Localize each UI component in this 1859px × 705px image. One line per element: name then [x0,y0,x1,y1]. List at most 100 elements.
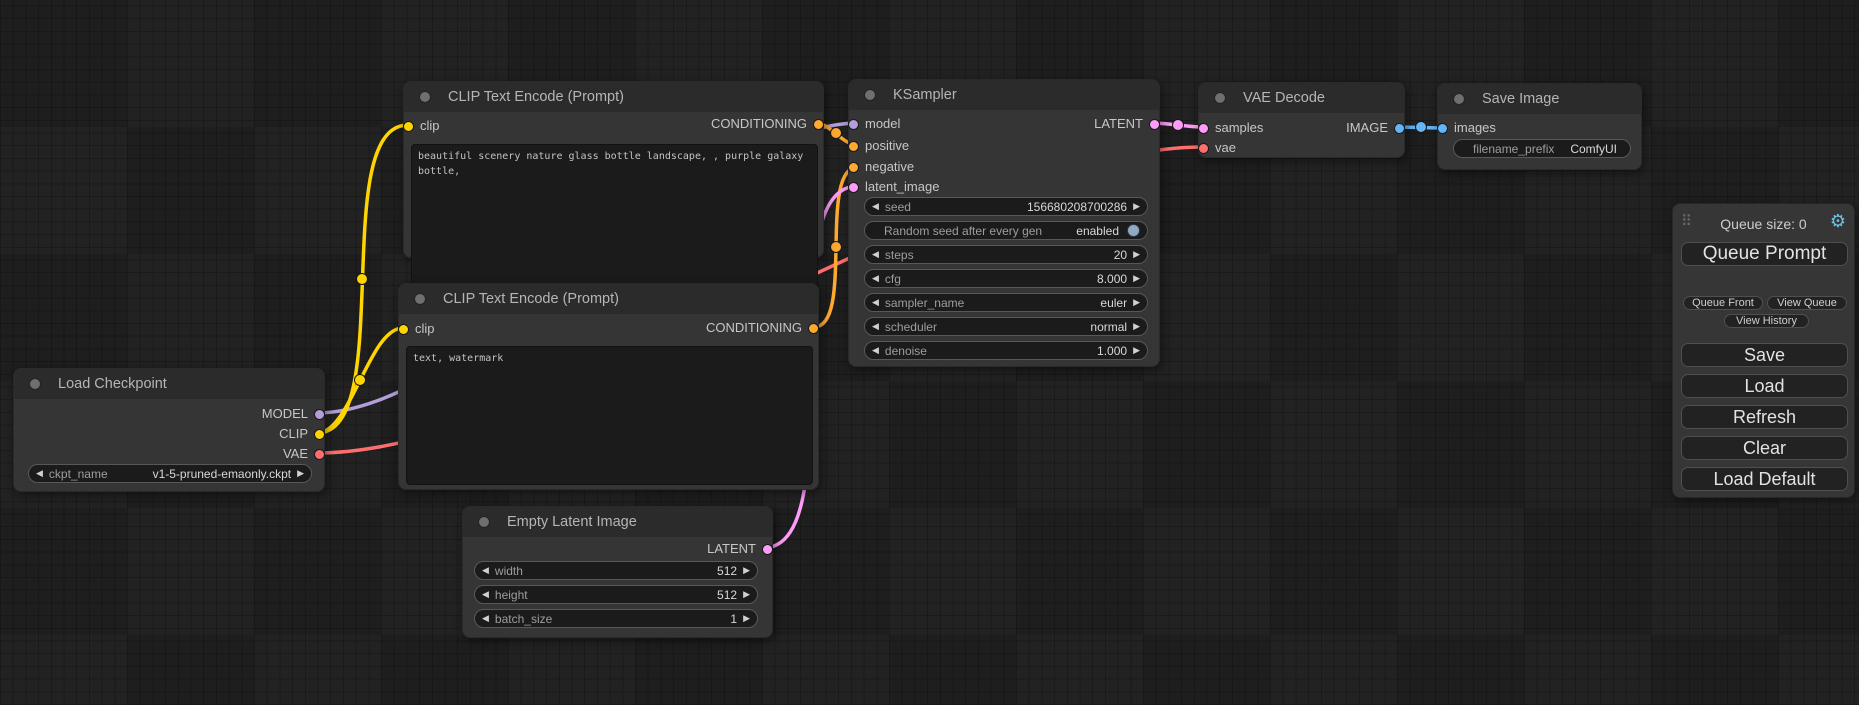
widget-denoise[interactable]: ◀ denoise 1.000 ▶ [864,341,1148,360]
node-collapse-dot[interactable] [864,89,876,101]
node-collapse-dot[interactable] [478,516,490,528]
load-button[interactable]: Load [1681,374,1848,398]
increment-icon[interactable]: ▶ [743,585,750,604]
view-history-button[interactable]: View History [1724,314,1809,328]
widget-random-seed-toggle[interactable]: Random seed after every gen enabled [864,221,1148,240]
widget-cfg[interactable]: ◀ cfg 8.000 ▶ [864,269,1148,288]
latent-port-dot[interactable] [1198,123,1209,134]
node-collapse-dot[interactable] [29,378,41,390]
vae-port-dot[interactable] [1198,143,1209,154]
widget-ckpt-name[interactable]: ◀ ckpt_name v1-5-pruned-emaonly.ckpt ▶ [28,464,312,483]
port-label: LATENT [1094,116,1143,131]
node-title-bar[interactable]: KSampler [849,80,1159,110]
input-port-vae: vae [1199,140,1236,156]
gear-icon[interactable]: ⚙ [1830,211,1846,232]
widget-label: Random seed after every gen [884,224,1064,238]
increment-icon[interactable]: ▶ [1133,269,1140,288]
toggle-knob[interactable] [1127,224,1140,237]
clip-port-dot[interactable] [398,324,409,335]
image-port-dot[interactable] [1437,123,1448,134]
widget-scheduler[interactable]: ◀ scheduler normal ▶ [864,317,1148,336]
refresh-button[interactable]: Refresh [1681,405,1848,429]
node-collapse-dot[interactable] [1453,93,1465,105]
node-title-bar[interactable]: VAE Decode [1199,83,1404,113]
port-label: positive [865,138,909,153]
node-collapse-dot[interactable] [414,293,426,305]
view-queue-button[interactable]: View Queue [1767,296,1847,310]
increment-icon[interactable]: ▶ [743,609,750,628]
queue-front-button[interactable]: Queue Front [1683,296,1763,310]
widget-batch-size[interactable]: ◀ batch_size 1 ▶ [474,609,758,628]
link-dot [831,242,842,253]
widget-filename-prefix[interactable]: filename_prefix ComfyUI [1453,139,1631,158]
node-save-image[interactable]: Save Image images filename_prefix ComfyU… [1437,83,1642,170]
vae-port-dot[interactable] [314,449,325,460]
widget-label: width [495,564,705,578]
decrement-icon[interactable]: ◀ [482,609,489,628]
widget-value: 20 [1114,248,1127,262]
latent-port-dot[interactable] [1149,119,1160,130]
port-label: clip [420,118,440,133]
decrement-icon[interactable]: ◀ [872,341,879,360]
node-load-checkpoint[interactable]: Load Checkpoint MODEL CLIP VAE ◀ ckpt_na… [13,368,325,492]
port-label: clip [415,321,435,336]
widget-steps[interactable]: ◀ steps 20 ▶ [864,245,1148,264]
increment-icon[interactable]: ▶ [1133,197,1140,216]
increment-icon[interactable]: ▶ [1133,317,1140,336]
decrement-icon[interactable]: ◀ [872,317,879,336]
decrement-icon[interactable]: ◀ [482,561,489,580]
increment-icon[interactable]: ▶ [1133,293,1140,312]
node-collapse-dot[interactable] [419,91,431,103]
clip-port-dot[interactable] [403,121,414,132]
clear-button[interactable]: Clear [1681,436,1848,460]
widget-seed[interactable]: ◀ seed 156680208700286 ▶ [864,197,1148,216]
decrement-icon[interactable]: ◀ [872,293,879,312]
node-collapse-dot[interactable] [1214,92,1226,104]
conditioning-port-dot[interactable] [848,141,859,152]
conditioning-port-dot[interactable] [813,119,824,130]
model-port-dot[interactable] [848,119,859,130]
decrement-icon[interactable]: ◀ [36,464,43,483]
clip-port-dot[interactable] [314,429,325,440]
queue-panel: ⠿ Queue size: 0 ⚙ Queue Prompt Extra opt… [1672,203,1855,498]
latent-port-dot[interactable] [762,544,773,555]
node-title-bar[interactable]: Empty Latent Image [463,507,772,537]
input-port-images: images [1438,120,1496,136]
node-ksampler[interactable]: KSampler model positive negative latent_… [848,79,1160,367]
prompt-textarea[interactable]: text, watermark [406,346,813,485]
port-label: LATENT [707,541,756,556]
conditioning-port-dot[interactable] [808,323,819,334]
decrement-icon[interactable]: ◀ [872,245,879,264]
node-title-bar[interactable]: CLIP Text Encode (Prompt) [399,284,818,314]
widget-width[interactable]: ◀ width 512 ▶ [474,561,758,580]
node-title-bar[interactable]: CLIP Text Encode (Prompt) [404,82,823,112]
node-clip-text-encode-negative[interactable]: CLIP Text Encode (Prompt) clip CONDITION… [398,283,819,490]
comfyui-canvas[interactable]: { "colors": { "model": "#b39ddb", "clip"… [0,0,1859,705]
output-port-model: MODEL [262,406,324,422]
increment-icon[interactable]: ▶ [1133,341,1140,360]
latent-port-dot[interactable] [848,182,859,193]
conditioning-port-dot[interactable] [848,162,859,173]
widget-sampler-name[interactable]: ◀ sampler_name euler ▶ [864,293,1148,312]
port-label: images [1454,120,1496,135]
node-empty-latent-image[interactable]: Empty Latent Image LATENT ◀ width 512 ▶ … [462,506,773,638]
increment-icon[interactable]: ▶ [743,561,750,580]
widget-value: euler [1100,296,1127,310]
node-title-bar[interactable]: Save Image [1438,84,1641,114]
node-title: Save Image [1482,91,1559,107]
decrement-icon[interactable]: ◀ [872,197,879,216]
decrement-icon[interactable]: ◀ [482,585,489,604]
image-port-dot[interactable] [1394,123,1405,134]
node-clip-text-encode-positive[interactable]: CLIP Text Encode (Prompt) clip CONDITION… [403,81,824,258]
node-vae-decode[interactable]: VAE Decode samples vae IMAGE [1198,82,1405,158]
node-title-bar[interactable]: Load Checkpoint [14,369,324,399]
increment-icon[interactable]: ▶ [297,464,304,483]
queue-prompt-button[interactable]: Queue Prompt [1681,242,1848,266]
save-button[interactable]: Save [1681,343,1848,367]
widget-height[interactable]: ◀ height 512 ▶ [474,585,758,604]
model-port-dot[interactable] [314,409,325,420]
load-default-button[interactable]: Load Default [1681,467,1848,491]
increment-icon[interactable]: ▶ [1133,245,1140,264]
decrement-icon[interactable]: ◀ [872,269,879,288]
output-port-conditioning: CONDITIONING [706,320,818,336]
